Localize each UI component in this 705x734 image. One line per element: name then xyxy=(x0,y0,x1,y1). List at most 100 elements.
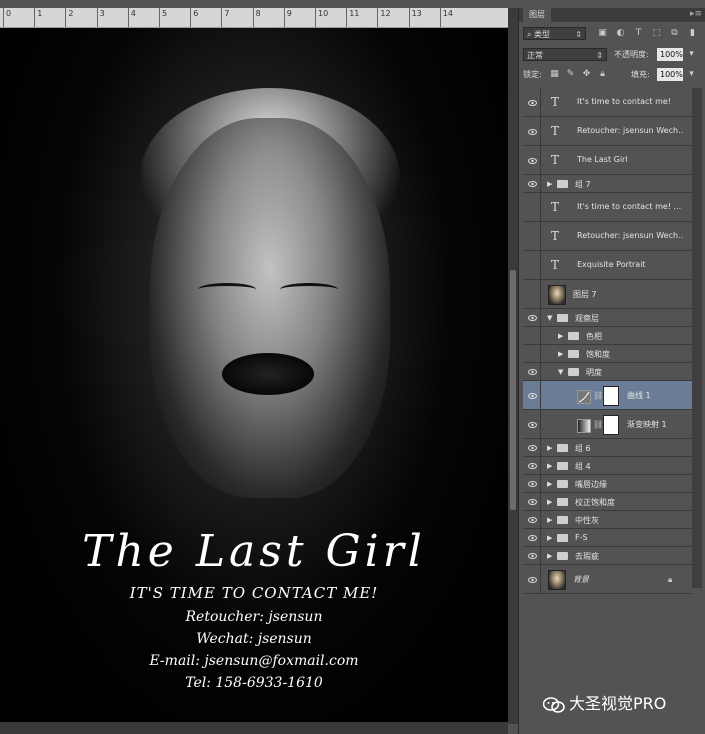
fill-slider-icon[interactable]: ▾ xyxy=(686,69,697,80)
layer-row[interactable]: ▶ F-S xyxy=(523,529,692,547)
expand-arrow-icon[interactable]: ▶ xyxy=(547,462,552,470)
layer-name: It's time to contact me! ... xyxy=(577,202,682,211)
filter-pixel-icon[interactable]: ▣ xyxy=(597,28,608,39)
expand-arrow-icon[interactable]: ▶ xyxy=(547,180,552,188)
filter-kind-select[interactable]: ⌕ 类型 ⇕ xyxy=(523,27,586,40)
collapse-arrow-icon[interactable]: ▼ xyxy=(547,314,552,322)
ruler-tick: 4 xyxy=(127,8,136,27)
ruler-tick-label: 7 xyxy=(224,9,230,18)
ruler-tick-label: 1 xyxy=(37,9,43,18)
lock-move-icon[interactable]: ✥ xyxy=(581,69,592,80)
expand-arrow-icon[interactable]: ▶ xyxy=(547,552,552,560)
visibility-toggle[interactable] xyxy=(523,117,541,145)
layer-row[interactable]: ▼ 观察层 xyxy=(523,309,692,327)
layer-mask-thumbnail[interactable] xyxy=(603,385,619,406)
visibility-toggle[interactable] xyxy=(523,410,541,438)
visibility-toggle[interactable] xyxy=(523,493,541,510)
visibility-toggle[interactable] xyxy=(523,146,541,174)
layer-row[interactable]: T It's time to contact me! xyxy=(523,88,692,117)
poster-left-eye xyxy=(198,283,256,296)
visibility-toggle[interactable] xyxy=(523,547,541,564)
visibility-toggle[interactable] xyxy=(523,345,541,362)
layer-row[interactable]: T Retoucher: jsensun Wech... xyxy=(523,222,692,251)
expand-arrow-icon[interactable]: ▶ xyxy=(558,332,563,340)
visibility-toggle[interactable] xyxy=(523,251,541,279)
layer-row[interactable]: T Exquisite Portrait xyxy=(523,251,692,280)
visibility-toggle[interactable] xyxy=(523,529,541,546)
eye-icon xyxy=(528,445,537,451)
layer-row[interactable]: ▶ 组 6 xyxy=(523,439,692,457)
text-layer-icon: T xyxy=(551,199,560,214)
folder-icon xyxy=(557,498,568,506)
folder-icon xyxy=(557,314,568,322)
expand-arrow-icon[interactable]: ▶ xyxy=(547,444,552,452)
canvas-vertical-scrollbar[interactable] xyxy=(508,8,518,724)
filter-type-icon[interactable]: T xyxy=(633,28,644,39)
visibility-toggle[interactable] xyxy=(523,88,541,116)
visibility-toggle[interactable] xyxy=(523,309,541,326)
lock-transparent-icon[interactable]: ▦ xyxy=(549,69,560,80)
link-icon[interactable]: ⛓︎ xyxy=(593,420,603,429)
opacity-slider-icon[interactable]: ▾ xyxy=(686,49,697,60)
document-canvas[interactable]: The Last Girl IT'S TIME TO CONTACT ME! R… xyxy=(0,28,508,722)
layer-row[interactable]: ▼ 明度 xyxy=(523,363,692,381)
visibility-toggle[interactable] xyxy=(523,327,541,344)
opacity-field[interactable]: 100% xyxy=(657,48,683,61)
lock-all-icon[interactable]: 🔒︎ xyxy=(597,69,608,80)
folder-icon xyxy=(568,368,579,376)
lock-brush-icon[interactable]: ✎ xyxy=(565,69,576,80)
fill-field[interactable]: 100% xyxy=(657,68,683,81)
tab-layers[interactable]: 图层 xyxy=(523,8,551,22)
link-icon[interactable]: ⛓︎ xyxy=(593,391,603,400)
visibility-toggle[interactable] xyxy=(523,511,541,528)
scroll-thumb[interactable] xyxy=(510,270,516,510)
layer-row[interactable]: T The Last Girl xyxy=(523,146,692,175)
ruler-tick-label: 5 xyxy=(162,9,168,18)
visibility-toggle[interactable] xyxy=(523,475,541,492)
folder-icon xyxy=(568,332,579,340)
blend-mode-select[interactable]: 正常 ⇕ xyxy=(523,48,607,61)
expand-arrow-icon[interactable]: ▶ xyxy=(547,516,552,524)
collapse-arrow-icon[interactable]: ▼ xyxy=(558,368,563,376)
ruler-tick: 0 xyxy=(3,8,11,27)
layer-row[interactable]: ▶ 嘴唇边缘 xyxy=(523,475,692,493)
visibility-toggle[interactable] xyxy=(523,381,541,409)
layer-mask-thumbnail[interactable] xyxy=(603,414,619,435)
visibility-toggle[interactable] xyxy=(523,439,541,456)
eye-icon xyxy=(528,499,537,505)
filter-smart-object-icon[interactable]: ⧉ xyxy=(669,28,680,39)
filter-adjustment-icon[interactable]: ◐ xyxy=(615,28,626,39)
visibility-toggle[interactable] xyxy=(523,175,541,192)
expand-arrow-icon[interactable]: ▶ xyxy=(547,498,552,506)
expand-arrow-icon[interactable]: ▶ xyxy=(547,480,552,488)
layer-row[interactable]: T It's time to contact me! ... xyxy=(523,193,692,222)
visibility-toggle[interactable] xyxy=(523,457,541,474)
visibility-toggle[interactable] xyxy=(523,222,541,250)
canvas-horizontal-scrollbar[interactable] xyxy=(0,722,508,734)
visibility-toggle[interactable] xyxy=(523,193,541,221)
expand-arrow-icon[interactable]: ▶ xyxy=(547,534,552,542)
layer-row[interactable]: ⛓︎ 渐变映射 1 xyxy=(523,410,692,439)
visibility-toggle[interactable] xyxy=(523,565,541,593)
layer-row[interactable]: 图层 7 xyxy=(523,280,692,309)
poster-lips xyxy=(222,353,314,395)
layer-row[interactable]: 背景 🔒︎ xyxy=(523,565,692,594)
layer-row[interactable]: ▶ 色相 xyxy=(523,327,692,345)
filter-toggle-icon[interactable]: ▮ xyxy=(687,28,698,39)
layer-row[interactable]: T Retoucher: jsensun Wech... xyxy=(523,117,692,146)
layer-row[interactable]: ▶ 中性灰 xyxy=(523,511,692,529)
layer-name: 渐变映射 1 xyxy=(627,420,667,429)
visibility-toggle[interactable] xyxy=(523,363,541,380)
eye-icon xyxy=(528,463,537,469)
filter-shape-icon[interactable]: ⬚ xyxy=(651,28,662,39)
expand-arrow-icon[interactable]: ▶ xyxy=(558,350,563,358)
layer-row[interactable]: ▶ 去瑕疵 xyxy=(523,547,692,565)
layer-row[interactable]: ▶ 饱和度 xyxy=(523,345,692,363)
layers-scrollbar[interactable] xyxy=(692,88,702,588)
panel-menu-icon[interactable]: ▸≡ xyxy=(690,9,702,19)
visibility-toggle[interactable] xyxy=(523,280,541,308)
layer-row[interactable]: ▶ 组 7 xyxy=(523,175,692,193)
layer-row[interactable]: ⛓︎ 曲线 1 xyxy=(523,381,692,410)
layer-row[interactable]: ▶ 校正饱和度 xyxy=(523,493,692,511)
layer-row[interactable]: ▶ 组 4 xyxy=(523,457,692,475)
